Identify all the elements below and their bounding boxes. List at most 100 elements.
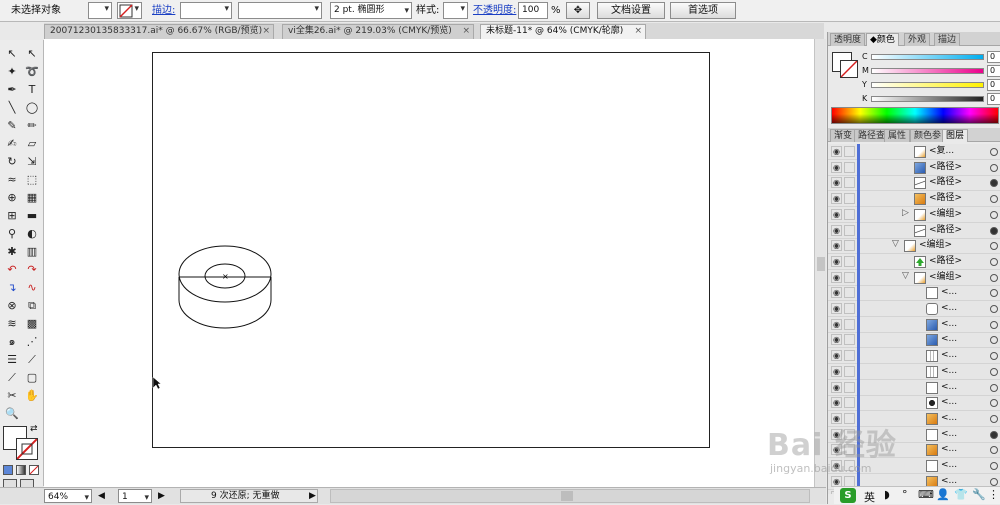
graphic-style-dropdown[interactable] bbox=[443, 2, 468, 19]
stroke-weight-stepper[interactable] bbox=[180, 2, 232, 19]
target-icon[interactable] bbox=[990, 273, 998, 282]
target-icon[interactable] bbox=[990, 242, 998, 251]
target-icon[interactable] bbox=[990, 148, 998, 156]
layer-row[interactable]: ◉ <... bbox=[828, 363, 1000, 380]
blue-path-tool-icon[interactable]: ↴ bbox=[2, 279, 22, 296]
visibility-eye-icon[interactable]: ◉ bbox=[831, 397, 842, 409]
visibility-eye-icon[interactable]: ◉ bbox=[831, 350, 842, 362]
target-icon[interactable] bbox=[990, 462, 998, 470]
spiral-tool-icon[interactable]: ๑ bbox=[2, 333, 22, 350]
layer-row[interactable]: ◉ <... bbox=[828, 379, 1000, 396]
red-shape-tool-icon[interactable]: ↶ bbox=[2, 261, 22, 278]
channel-slider[interactable] bbox=[871, 96, 984, 102]
scale-tool-icon[interactable]: ⇲ bbox=[22, 153, 42, 170]
cylinder-outline-artwork[interactable]: × bbox=[170, 236, 280, 336]
visibility-eye-icon[interactable]: ◉ bbox=[831, 287, 842, 299]
ime-user-icon[interactable]: 👤 bbox=[936, 488, 950, 501]
pencil-tool-icon[interactable]: ✏ bbox=[22, 117, 42, 134]
close-icon[interactable]: × bbox=[462, 25, 470, 38]
expand-arrow-icon[interactable]: ▷ bbox=[902, 208, 909, 218]
artboard-number-dropdown[interactable]: 1 bbox=[118, 489, 152, 503]
wrinkle-tool-icon[interactable]: ⋰ bbox=[22, 333, 42, 350]
target-icon[interactable] bbox=[990, 195, 998, 204]
channel-slider[interactable] bbox=[871, 68, 984, 74]
wave-tool-icon[interactable]: ≋ bbox=[2, 315, 22, 332]
channel-slider[interactable] bbox=[871, 82, 984, 88]
layer-row[interactable]: ◉ <... bbox=[828, 348, 1000, 365]
lock-toggle[interactable] bbox=[844, 303, 855, 314]
lock-toggle[interactable] bbox=[844, 255, 855, 267]
gradient-tool-icon[interactable]: ▬ bbox=[22, 207, 42, 224]
lock-toggle[interactable] bbox=[844, 224, 855, 236]
red-curve-tool-icon[interactable]: ↷ bbox=[22, 261, 42, 278]
line-tool-icon[interactable]: ╲ bbox=[2, 99, 22, 116]
visibility-eye-icon[interactable]: ◉ bbox=[831, 240, 842, 252]
target-tool-icon[interactable]: ⊗ bbox=[2, 297, 22, 314]
zoom-tool-icon[interactable]: 🔍 bbox=[2, 405, 22, 422]
lock-toggle[interactable] bbox=[844, 397, 855, 409]
knife-tool-icon[interactable]: ⟋ bbox=[2, 369, 22, 386]
rotate-tool-icon[interactable]: ↻ bbox=[2, 153, 22, 170]
target-icon[interactable] bbox=[990, 336, 998, 345]
lock-toggle[interactable] bbox=[844, 334, 855, 346]
ime-mode[interactable]: 英 bbox=[864, 489, 875, 505]
ellipse-tool-icon[interactable]: ◯ bbox=[22, 99, 42, 116]
stroke-link[interactable]: 描边: bbox=[152, 2, 175, 19]
close-icon[interactable]: × bbox=[262, 25, 270, 38]
ime-settings-icon[interactable]: 🔧 bbox=[972, 488, 986, 501]
document-tab-1[interactable]: 20071230135833317.ai* @ 66.67% (RGB/预览) × bbox=[44, 24, 274, 39]
layer-row[interactable]: ◉ <... bbox=[828, 301, 1000, 317]
lock-toggle[interactable] bbox=[844, 146, 855, 157]
channel-value-input[interactable]: 0 bbox=[987, 51, 1000, 63]
ime-keyboard-icon[interactable]: ⌨ bbox=[918, 488, 934, 501]
channel-value-input[interactable]: 0 bbox=[987, 79, 1000, 91]
fill-color-dropdown[interactable] bbox=[88, 2, 112, 19]
layer-row[interactable]: ◉ ▽ <编组> bbox=[828, 238, 1000, 255]
target-icon[interactable] bbox=[990, 257, 998, 266]
lasso-tool-icon[interactable]: ➰ bbox=[22, 63, 42, 80]
selection-tool-icon[interactable]: ↖ bbox=[2, 45, 22, 62]
red-wave-tool-icon[interactable]: ∿ bbox=[22, 279, 42, 296]
ime-menu-icon[interactable]: ⋮ bbox=[988, 488, 999, 501]
layer-row[interactable]: ◉ ▽ <编组> bbox=[828, 269, 1000, 286]
target-icon[interactable] bbox=[990, 289, 998, 298]
hand-tool-icon[interactable]: ✋ bbox=[22, 387, 42, 404]
eyedropper-tool-icon[interactable]: ⚲ bbox=[2, 225, 22, 242]
stroke-color-dropdown[interactable] bbox=[117, 2, 142, 19]
visibility-eye-icon[interactable]: ◉ bbox=[831, 224, 842, 236]
color-mode-icon[interactable] bbox=[3, 465, 13, 475]
color-spectrum-ramp[interactable] bbox=[831, 107, 999, 124]
lock-toggle[interactable] bbox=[844, 208, 855, 220]
target-icon[interactable] bbox=[990, 320, 998, 329]
warp-tool-icon[interactable]: ≈ bbox=[2, 171, 22, 188]
lock-toggle[interactable] bbox=[844, 365, 855, 377]
type-tool-icon[interactable]: T bbox=[22, 81, 42, 98]
visibility-eye-icon[interactable]: ◉ bbox=[831, 177, 842, 189]
document-tab-3[interactable]: 未标题-11* @ 64% (CMYK/轮廓) × bbox=[480, 24, 646, 39]
lock-toggle[interactable] bbox=[844, 177, 855, 189]
lock-toggle[interactable] bbox=[844, 271, 855, 283]
channel-value-input[interactable]: 0 bbox=[987, 93, 1000, 105]
channel-slider[interactable] bbox=[871, 54, 984, 60]
status-menu-arrow-icon[interactable]: ▶ bbox=[309, 489, 316, 503]
preferences-button[interactable]: 首选项 bbox=[670, 2, 736, 19]
visibility-eye-icon[interactable]: ◉ bbox=[831, 255, 842, 267]
tab-appearance[interactable]: 外观 bbox=[904, 33, 931, 46]
opacity-input[interactable]: 100 bbox=[518, 2, 548, 19]
target-icon[interactable] bbox=[990, 383, 998, 392]
ime-punctuation-icon[interactable]: ◗ bbox=[884, 488, 890, 501]
layer-row[interactable]: ◉ <路径> bbox=[828, 175, 1000, 192]
visibility-eye-icon[interactable]: ◉ bbox=[831, 381, 842, 393]
blob-brush-tool-icon[interactable]: ✍ bbox=[2, 135, 22, 152]
target-icon[interactable] bbox=[990, 179, 998, 188]
ime-skin-icon[interactable]: 👕 bbox=[954, 488, 968, 501]
eraser-tool-icon[interactable]: ▱ bbox=[22, 135, 42, 152]
tab-gradient[interactable]: 渐变 bbox=[830, 129, 857, 142]
artboard-tool-icon[interactable]: ▢ bbox=[22, 369, 42, 386]
lock-toggle[interactable] bbox=[844, 193, 855, 205]
visibility-eye-icon[interactable]: ◉ bbox=[831, 334, 842, 346]
expand-arrow-icon[interactable]: ▽ bbox=[902, 271, 909, 281]
layer-row[interactable]: ◉ <... bbox=[828, 316, 1000, 333]
variable-width-profile-dropdown[interactable] bbox=[238, 2, 322, 19]
next-artboard-icon[interactable]: ▶ bbox=[158, 489, 165, 503]
